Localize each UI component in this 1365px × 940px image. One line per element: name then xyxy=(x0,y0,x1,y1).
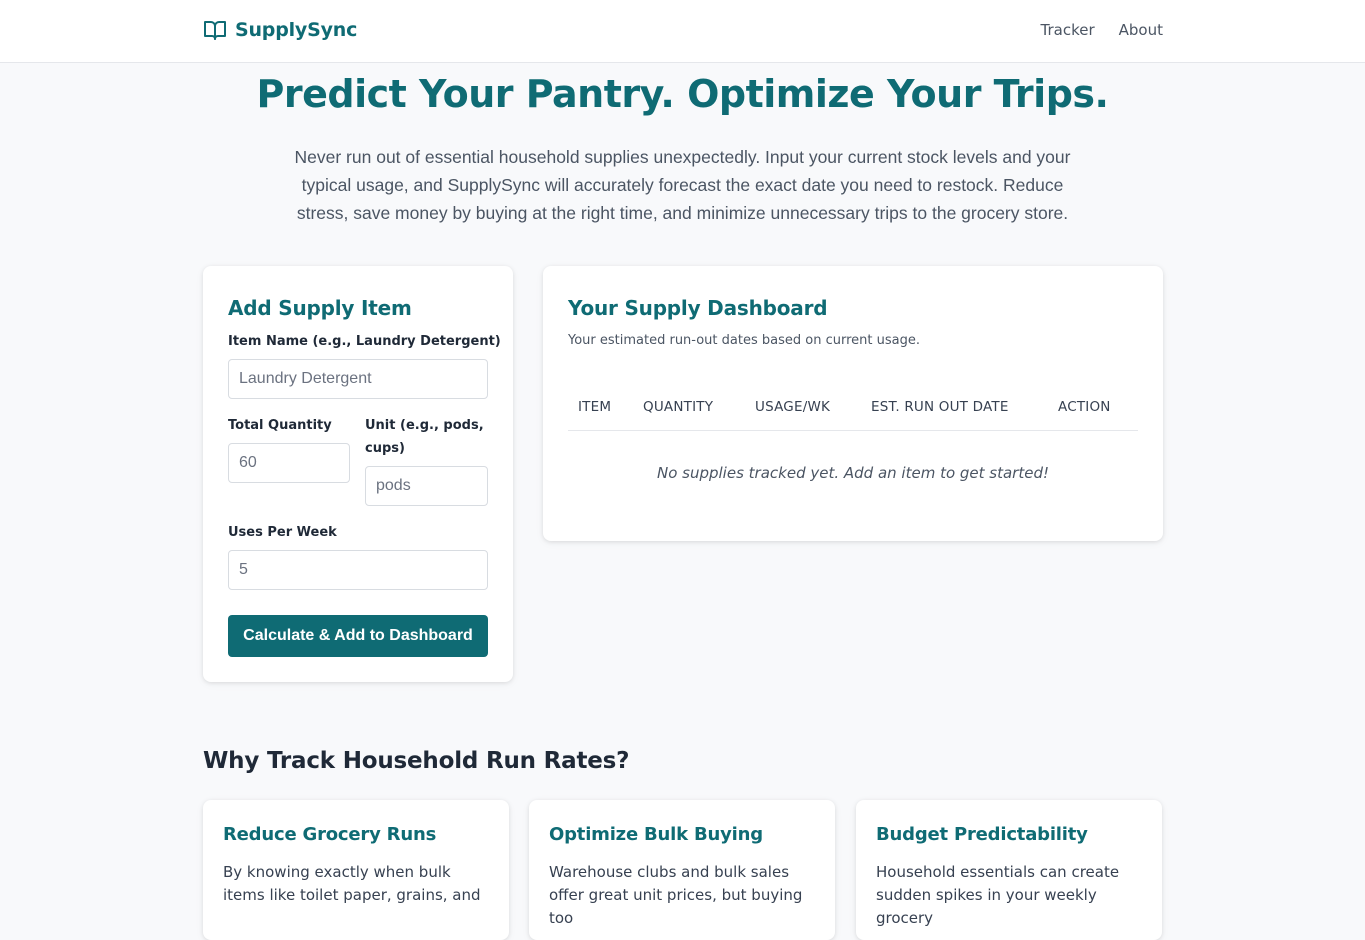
quantity-label: Total Quantity xyxy=(228,418,332,433)
feature-title: Optimize Bulk Buying xyxy=(549,824,763,845)
quantity-input[interactable] xyxy=(228,443,350,483)
uses-per-week-label: Uses Per Week xyxy=(228,525,337,540)
feature-text: Household essentials can create sudden s… xyxy=(876,863,1120,927)
column-header-action: ACTION xyxy=(1058,399,1111,415)
dashboard-title: Your Supply Dashboard xyxy=(568,296,828,320)
uses-per-week-input[interactable] xyxy=(228,550,488,590)
column-header-run-out-date: EST. RUN OUT DATE xyxy=(871,399,1009,415)
feature-text: By knowing exactly when bulk items like … xyxy=(223,863,481,904)
brand-link[interactable]: SupplySync xyxy=(203,18,357,42)
unit-input[interactable] xyxy=(365,466,488,506)
table-header-divider xyxy=(568,430,1138,431)
item-name-label: Item Name (e.g., Laundry Detergent) xyxy=(228,334,501,349)
feature-title: Budget Predictability xyxy=(876,824,1088,845)
column-header-quantity: QUANTITY xyxy=(643,399,714,415)
hero-title: Predict Your Pantry. Optimize Your Trips… xyxy=(256,72,1109,116)
feature-card-reduce-grocery-runs: Reduce Grocery Runs By knowing exactly w… xyxy=(203,800,509,940)
hero-subtitle: Never run out of essential household sup… xyxy=(294,147,1071,223)
item-name-input[interactable] xyxy=(228,359,488,399)
dashboard-subtitle: Your estimated run-out dates based on cu… xyxy=(568,333,920,348)
calculate-add-button[interactable]: Calculate & Add to Dashboard xyxy=(228,615,488,657)
feature-card-optimize-bulk-buying: Optimize Bulk Buying Warehouse clubs and… xyxy=(529,800,835,940)
empty-state-message: No supplies tracked yet. Add an item to … xyxy=(656,464,1049,482)
brand-name: SupplySync xyxy=(235,19,358,41)
nav-links: Tracker About xyxy=(1041,21,1163,39)
feature-title: Reduce Grocery Runs xyxy=(223,824,437,845)
top-navbar: SupplySync Tracker About xyxy=(0,0,1365,63)
why-section-title: Why Track Household Run Rates? xyxy=(203,748,630,774)
add-supply-title: Add Supply Item xyxy=(228,296,412,320)
unit-label: Unit (e.g., pods, cups) xyxy=(365,418,484,456)
add-supply-card: Add Supply Item Item Name (e.g., Laundry… xyxy=(203,266,513,682)
feature-text: Warehouse clubs and bulk sales offer gre… xyxy=(549,863,803,927)
open-book-icon xyxy=(203,18,227,42)
column-header-usage: USAGE/WK xyxy=(755,399,831,415)
nav-link-about[interactable]: About xyxy=(1119,21,1163,39)
feature-card-budget-predictability: Budget Predictability Household essentia… xyxy=(856,800,1162,940)
supply-dashboard-card: Your Supply Dashboard Your estimated run… xyxy=(543,266,1163,541)
column-header-item: ITEM xyxy=(578,399,612,415)
nav-link-tracker[interactable]: Tracker xyxy=(1041,21,1095,39)
